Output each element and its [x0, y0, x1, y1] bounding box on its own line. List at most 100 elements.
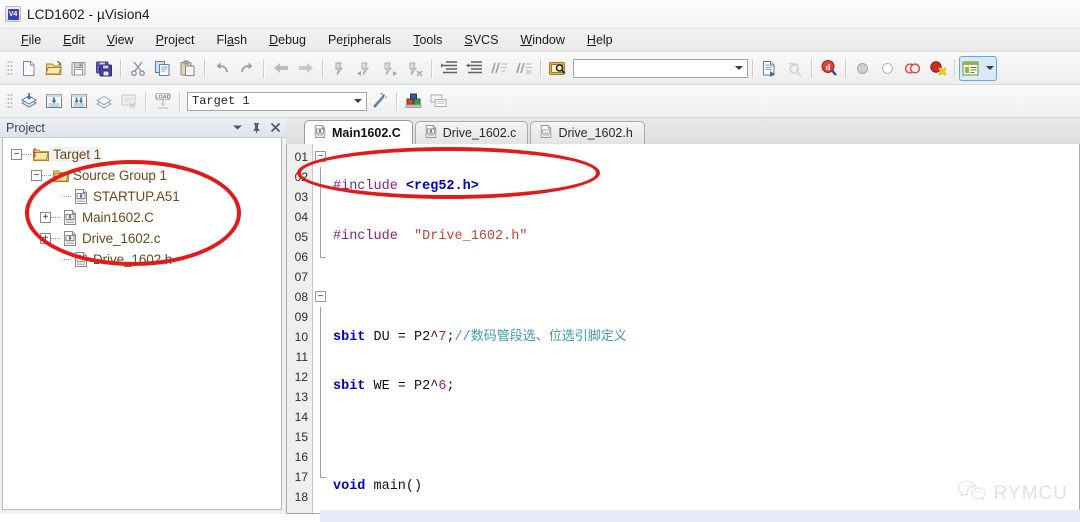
tree-node-source-group[interactable]: − Source Group 1: [9, 165, 281, 186]
bookmark-next-icon[interactable]: [377, 56, 402, 81]
manage-multi-project-icon[interactable]: [426, 89, 451, 114]
search-input-box[interactable]: [573, 58, 748, 78]
save-file-icon[interactable]: [66, 56, 91, 81]
menu-peripherals[interactable]: Peripherals: [317, 31, 402, 49]
target-select[interactable]: Target 1: [187, 91, 367, 111]
toolbar-separator: [145, 91, 146, 111]
tree-node-file-drive1602h[interactable]: Drive_1602.h: [9, 249, 281, 270]
code-text[interactable]: #include <reg52.h> #include "Drive_1602.…: [327, 144, 1079, 513]
indent-decrease-icon[interactable]: [461, 56, 486, 81]
browse-symbols-icon[interactable]: [782, 56, 807, 81]
download-to-flash-icon[interactable]: LOAD: [150, 89, 175, 114]
tree-expander-main1602[interactable]: +: [40, 212, 51, 223]
fold-toggle-includes[interactable]: −: [315, 151, 326, 162]
toolbar-separator: [179, 91, 180, 111]
breakpoint-insert-icon[interactable]: [850, 56, 875, 81]
line-number: 05: [294, 230, 308, 244]
bookmark-toggle-icon[interactable]: [327, 56, 352, 81]
toolbar-grip[interactable]: [6, 59, 13, 77]
tree-node-file-startup[interactable]: STARTUP.A51: [9, 186, 281, 207]
menu-project[interactable]: Project: [145, 31, 206, 49]
menu-help[interactable]: Help: [576, 31, 624, 49]
indent-increase-icon[interactable]: [436, 56, 461, 81]
fold-region-end: [320, 247, 326, 258]
chevron-down-icon[interactable]: [229, 120, 246, 135]
c-file-icon: [62, 210, 78, 225]
close-icon[interactable]: [267, 120, 284, 135]
toolbar-separator: [263, 58, 264, 78]
menu-edit[interactable]: Edit: [52, 31, 96, 49]
menu-flash[interactable]: Flash: [206, 31, 259, 49]
manage-components-icon[interactable]: [401, 89, 426, 114]
tree-connector: [51, 238, 60, 239]
find-in-files-icon[interactable]: [545, 56, 570, 81]
toolbar-separator: [396, 91, 397, 111]
start-debug-icon[interactable]: d: [816, 56, 841, 81]
comment-lines-icon[interactable]: [486, 56, 511, 81]
copy-icon[interactable]: [150, 56, 175, 81]
build-toolbar: LOAD Target 1: [0, 85, 1080, 118]
tab-main1602-c[interactable]: Main1602.C: [304, 120, 413, 144]
stop-build-icon[interactable]: [116, 89, 141, 114]
line-number: 07: [294, 270, 308, 284]
menu-view[interactable]: View: [96, 31, 145, 49]
tree-connector: [62, 196, 71, 197]
paste-icon[interactable]: [175, 56, 200, 81]
target-folder-icon: [33, 147, 49, 162]
search-dropdown-arrow-icon[interactable]: [731, 60, 747, 77]
menu-debug[interactable]: Debug: [258, 31, 317, 49]
redo-icon[interactable]: [234, 56, 259, 81]
tree-expander-drive1602c[interactable]: +: [40, 233, 51, 244]
bookmark-prev-icon[interactable]: [352, 56, 377, 81]
uncomment-lines-icon[interactable]: [511, 56, 536, 81]
header-file-icon: [539, 125, 553, 141]
cut-icon[interactable]: [125, 56, 150, 81]
line-number: 08: [294, 290, 308, 304]
new-file-icon[interactable]: [16, 56, 41, 81]
tree-label-file-main1602: Main1602.C: [82, 210, 154, 225]
code-line-04: sbit DU = P2^7;//数码管段选、位选引脚定义: [333, 329, 627, 345]
menu-tools[interactable]: Tools: [402, 31, 453, 49]
c-file-icon: [62, 231, 78, 246]
goto-definition-icon[interactable]: [757, 56, 782, 81]
target-dropdown-arrow-icon[interactable]: [350, 93, 366, 110]
navigate-forward-icon[interactable]: [293, 56, 318, 81]
line-number: 04: [294, 210, 308, 224]
project-tree-container[interactable]: − Target 1 − Source Group 1 STARTUP.A51 …: [2, 138, 282, 510]
batch-build-icon[interactable]: [91, 89, 116, 114]
menu-window[interactable]: Window: [509, 31, 575, 49]
code-editor[interactable]: 01 02 03 04 05 06 07 08 09 10 11 12 13 1…: [286, 144, 1080, 514]
rebuild-all-icon[interactable]: [66, 89, 91, 114]
project-window-toggle-icon[interactable]: [959, 55, 997, 81]
navigate-back-icon[interactable]: [268, 56, 293, 81]
bookmark-clear-icon[interactable]: [402, 56, 427, 81]
menu-svcs[interactable]: SVCS: [453, 31, 509, 49]
toolbar-grip[interactable]: [6, 92, 13, 110]
tree-connector: [42, 175, 51, 176]
title-bar: V4 LCD1602 - µVision4: [0, 0, 1080, 29]
menu-file[interactable]: File: [10, 31, 52, 49]
pin-icon[interactable]: [248, 120, 265, 135]
fold-toggle-main[interactable]: −: [315, 291, 326, 302]
undo-icon[interactable]: [209, 56, 234, 81]
tab-drive1602-c[interactable]: Drive_1602.c: [414, 121, 529, 144]
tree-node-file-main1602[interactable]: + Main1602.C: [9, 207, 281, 228]
target-options-icon[interactable]: [367, 89, 392, 114]
translate-file-icon[interactable]: [16, 89, 41, 114]
dropdown-arrow-icon[interactable]: [986, 66, 994, 70]
breakpoint-disable-all-icon[interactable]: [925, 56, 950, 81]
breakpoint-kill-all-icon[interactable]: [900, 56, 925, 81]
code-folding-gutter[interactable]: − −: [313, 144, 327, 513]
toolbar-separator: [811, 58, 812, 78]
tree-expander-source-group[interactable]: −: [31, 170, 42, 181]
tree-expander-target[interactable]: −: [11, 149, 22, 160]
build-target-icon[interactable]: [41, 89, 66, 114]
tab-drive1602-h[interactable]: Drive_1602.h: [530, 121, 645, 144]
tree-node-target[interactable]: − Target 1: [9, 144, 281, 165]
tree-node-file-drive1602c[interactable]: + Drive_1602.c: [9, 228, 281, 249]
breakpoint-disable-icon[interactable]: [875, 56, 900, 81]
save-all-icon[interactable]: [91, 56, 116, 81]
open-file-icon[interactable]: [41, 56, 66, 81]
line-number: 18: [294, 490, 308, 504]
